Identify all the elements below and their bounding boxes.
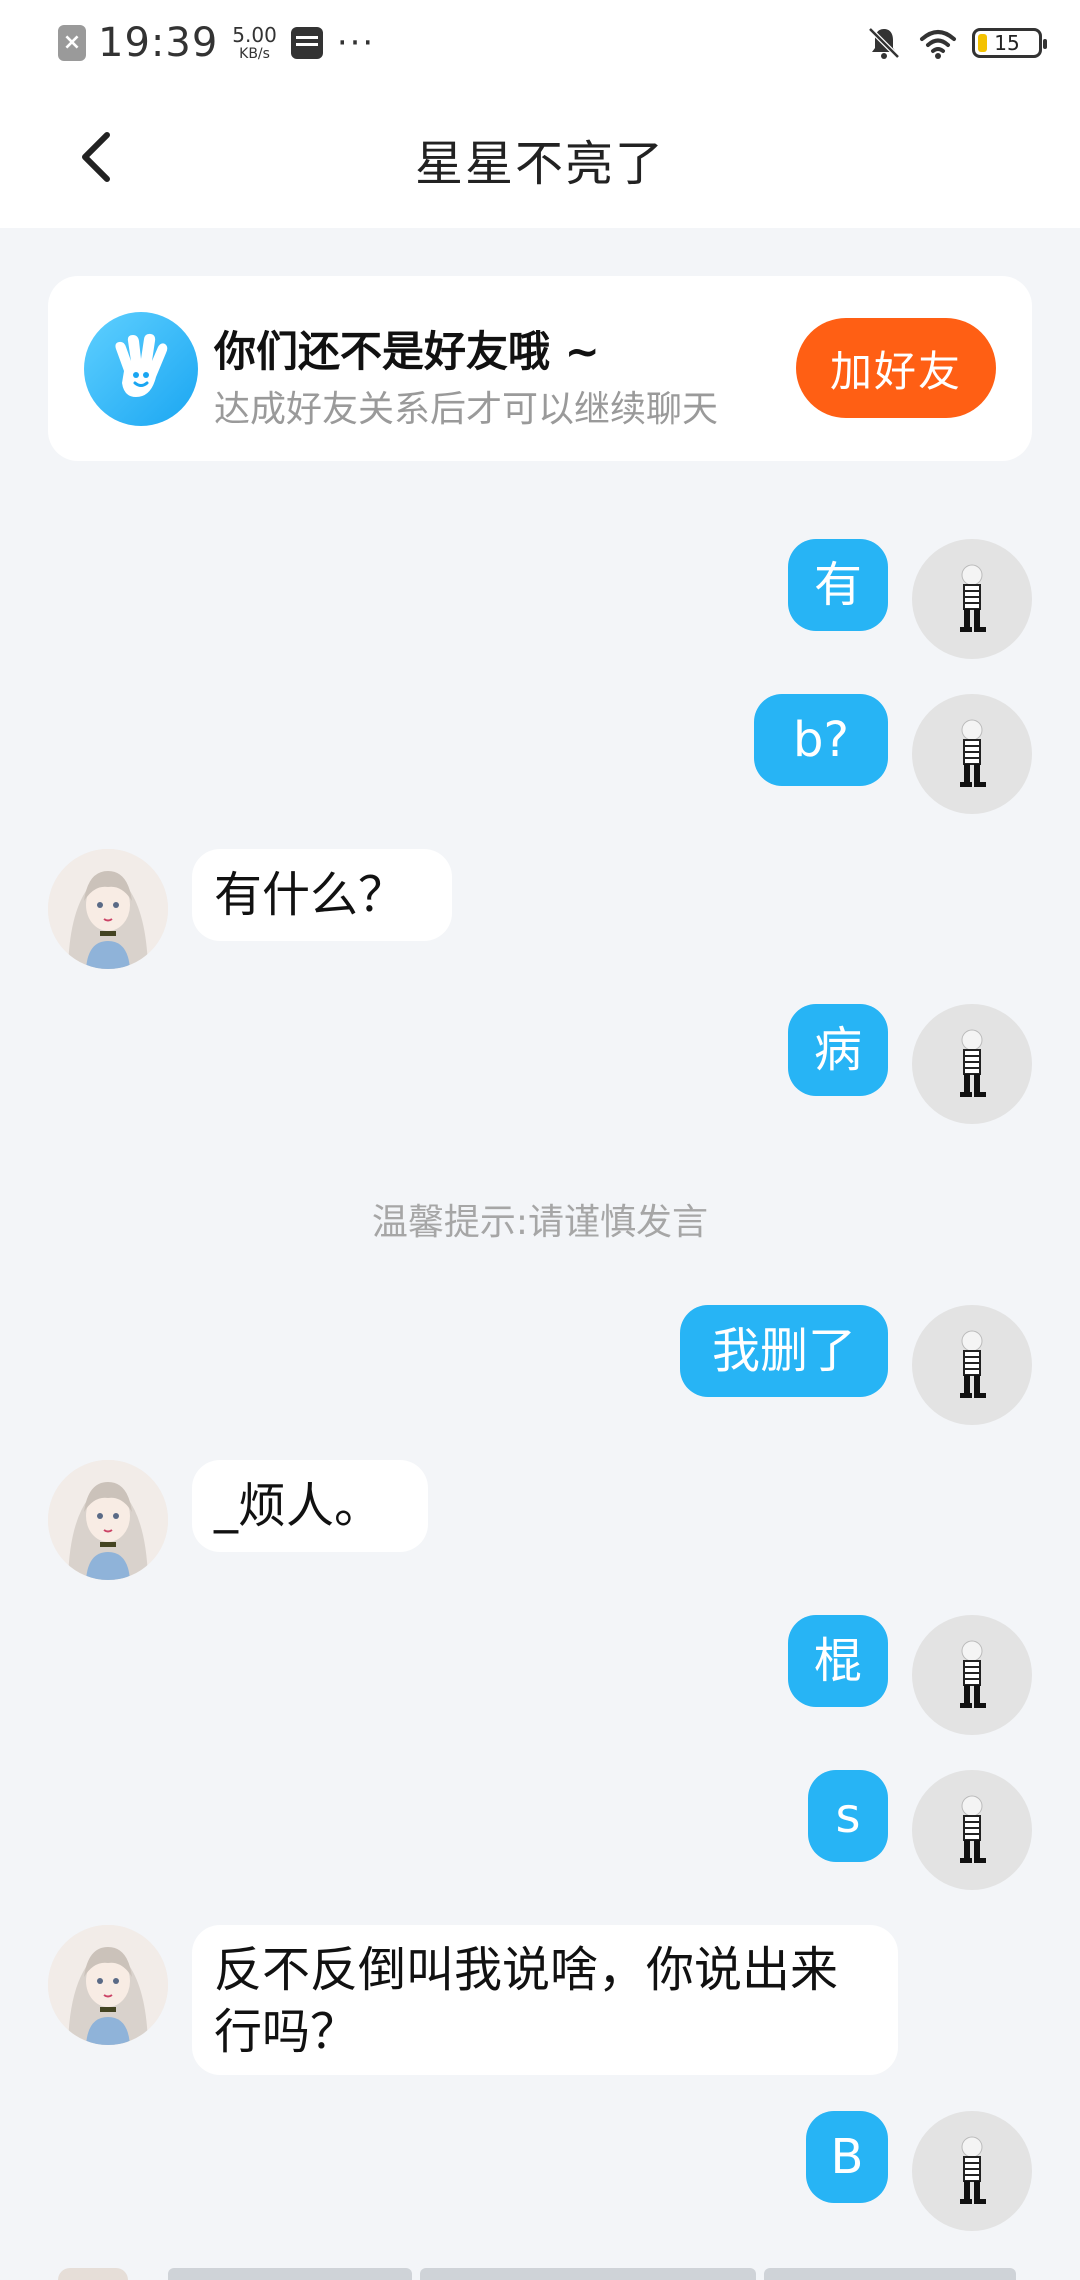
- avatar-other[interactable]: [48, 1460, 168, 1580]
- page-title: 星星不亮了: [414, 136, 665, 192]
- message-bubble-other[interactable]: 有什么？: [192, 849, 452, 941]
- avatar-self-image: [960, 1330, 986, 1398]
- avatar-other-image: [48, 849, 168, 969]
- message-bubble-self[interactable]: s: [808, 1770, 888, 1862]
- next-message-peek: [48, 2262, 1032, 2280]
- message-row: 反不反倒叫我说啥，你说出来行吗？: [0, 1925, 1080, 2077]
- message-row: 有什么？: [0, 849, 1080, 969]
- avatar-self-image: [960, 2136, 986, 2204]
- status-bar: × 19:39 5.00 KB/s ··· 15: [0, 0, 1080, 86]
- more-notifications-icon: ···: [336, 23, 376, 63]
- avatar-other[interactable]: [48, 849, 168, 969]
- status-time: 19:39: [98, 20, 219, 66]
- avatar-self[interactable]: [912, 694, 1032, 814]
- message-row: B: [0, 2111, 1080, 2231]
- battery-level: 15: [994, 31, 1020, 55]
- avatar-self[interactable]: [912, 1770, 1032, 1890]
- silent-bell-icon: [868, 27, 900, 59]
- wifi-icon: [920, 30, 956, 59]
- message-bubble-other[interactable]: 反不反倒叫我说啥，你说出来行吗？: [192, 1925, 898, 2075]
- message-row: b?: [0, 694, 1080, 814]
- message-row: 棍: [0, 1615, 1080, 1735]
- avatar-self-image: [960, 1640, 986, 1708]
- message-row: 有: [0, 539, 1080, 659]
- avatar-self[interactable]: [912, 1305, 1032, 1425]
- message-row: s: [0, 1770, 1080, 1890]
- avatar-self-image: [960, 719, 986, 787]
- avatar-self[interactable]: [912, 1004, 1032, 1124]
- waving-hand-icon: [84, 312, 198, 426]
- message-row: 病: [0, 1004, 1080, 1124]
- message-bubble-self[interactable]: 我删了: [680, 1305, 888, 1397]
- battery-fill: [978, 34, 987, 52]
- chat-header: 星星不亮了: [0, 86, 1080, 228]
- add-friend-button[interactable]: 加好友: [796, 318, 996, 418]
- avatar-self-image: [960, 1029, 986, 1097]
- avatar-other-image: [48, 1460, 168, 1580]
- system-tip: 温馨提示:请谨慎发言: [371, 1202, 709, 1243]
- message-row: _烦人。: [0, 1460, 1080, 1580]
- avatar-self[interactable]: [912, 539, 1032, 659]
- avatar-self-image: [960, 564, 986, 632]
- notice-title: 你们还不是好友哦 ~: [214, 327, 600, 376]
- avatar-self[interactable]: [912, 2111, 1032, 2231]
- avatar-self-image: [960, 1795, 986, 1863]
- avatar-self[interactable]: [912, 1615, 1032, 1735]
- avatar-other[interactable]: [48, 1925, 168, 2045]
- message-row: 我删了: [0, 1305, 1080, 1425]
- avatar-other-image: [48, 1925, 168, 2045]
- sim-card-icon: [290, 27, 323, 59]
- battery-icon: 15: [972, 28, 1047, 58]
- notice-subtitle: 达成好友关系后才可以继续聊天: [214, 389, 719, 430]
- message-bubble-self[interactable]: 棍: [788, 1615, 888, 1707]
- message-bubble-other[interactable]: _烦人。: [192, 1460, 428, 1552]
- message-bubble-self[interactable]: b?: [754, 694, 888, 786]
- message-bubble-self[interactable]: 有: [788, 539, 888, 631]
- message-bubble-self[interactable]: B: [806, 2111, 888, 2203]
- network-speed: 5.00 KB/s: [232, 23, 277, 62]
- message-bubble-self[interactable]: 病: [788, 1004, 888, 1096]
- notification-icon: ×: [58, 25, 86, 61]
- friend-request-card: 你们还不是好友哦 ~ 达成好友关系后才可以继续聊天 加好友: [48, 276, 1032, 461]
